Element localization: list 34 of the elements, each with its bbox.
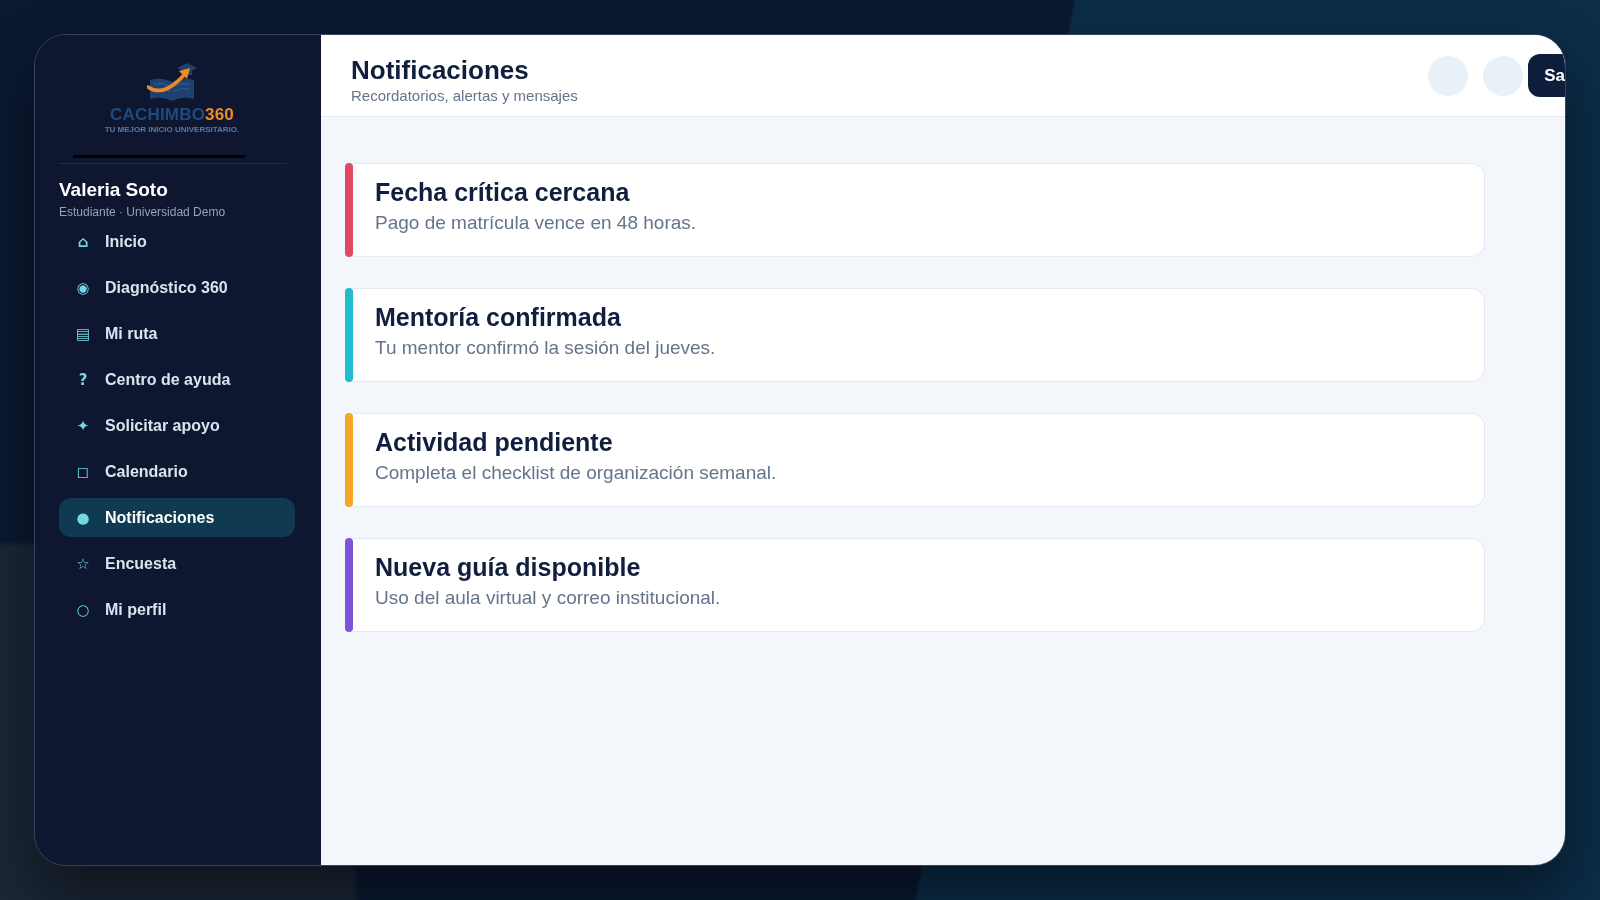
notification-title: Fecha crítica cercana <box>375 177 631 207</box>
action-button[interactable]: Sa <box>1528 54 1565 97</box>
nav-item[interactable]: ○ Mi perfil <box>59 590 295 629</box>
star-icon: ☆ <box>75 555 91 572</box>
list-icon: ▤ <box>75 325 91 342</box>
nav-item[interactable]: ◻ Calendario <box>59 452 295 491</box>
notification-message: Uso del aula virtual y correo institucional. <box>375 586 722 610</box>
target-icon: ◉ <box>75 279 91 296</box>
user-role: Estudiante · Universidad Demo <box>59 205 227 219</box>
circle-icon: ○ <box>75 601 91 618</box>
square-icon: ◻ <box>75 463 91 480</box>
notification-message: Completa el checklist de organización semanal. <box>375 461 778 485</box>
notification-message: Tu mentor confirmó la sesión del jueves. <box>375 336 717 360</box>
book-arrow-icon <box>147 62 197 102</box>
nav-item[interactable]: ☆ Encuesta <box>59 544 295 583</box>
notification-title: Actividad pendiente <box>375 427 614 457</box>
notification-title: Mentoría confirmada <box>375 302 622 332</box>
notification-message: Pago de matrícula vence en 48 horas. <box>375 211 698 235</box>
nav-item[interactable]: ✦ Solicitar apoyo <box>59 406 295 445</box>
logo-tagline: TU MEJOR INICIO UNIVERSITARIO. <box>104 125 240 135</box>
nav-item[interactable]: ◉ Diagnóstico 360 <box>59 268 295 307</box>
notification-title: Nueva guía disponible <box>375 552 642 582</box>
nav-item[interactable]: ● Notificaciones <box>59 498 295 537</box>
nav-item[interactable]: ? Centro de ayuda <box>59 360 295 399</box>
nav-item[interactable]: ⌂ Inicio <box>59 222 295 261</box>
nav-item[interactable]: ▤ Mi ruta <box>59 314 295 353</box>
page-subtitle: Recordatorios, alertas y mensajes <box>351 87 578 105</box>
user-name: Valeria Soto <box>59 178 169 201</box>
sparkle-icon: ✦ <box>75 417 91 434</box>
page-title: Notificaciones <box>351 55 530 85</box>
question-mark-icon: ? <box>75 371 91 388</box>
dot-icon: ● <box>75 509 91 526</box>
logo-wordmark: CACHIMBO360 <box>109 107 235 123</box>
home-icon: ⌂ <box>75 233 91 250</box>
